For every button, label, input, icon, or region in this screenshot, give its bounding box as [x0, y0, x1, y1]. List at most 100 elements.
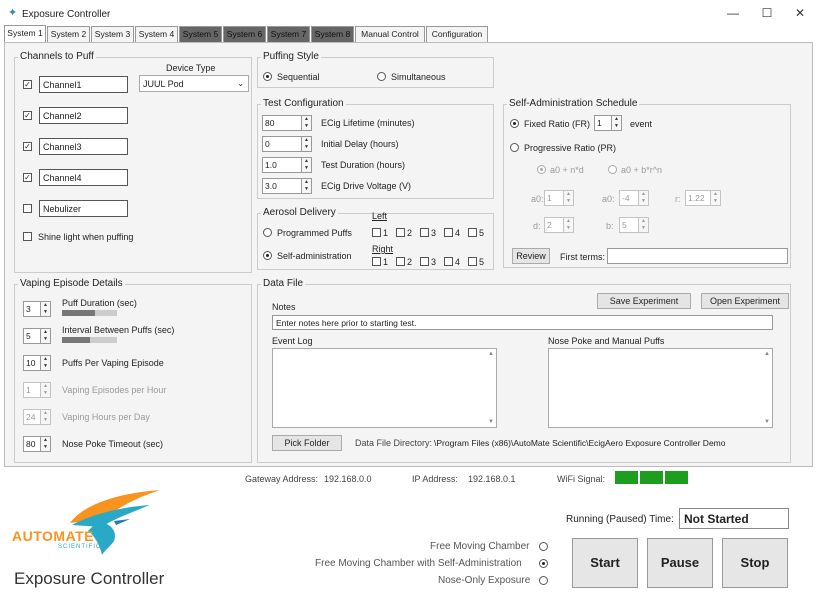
- left-port-4-checkbox[interactable]: [444, 228, 453, 237]
- chamber-option-1-label: Free Moving Chamber: [430, 541, 530, 552]
- minimize-button[interactable]: —: [723, 6, 743, 22]
- review-button[interactable]: Review: [512, 248, 550, 264]
- formula-geometric-radio[interactable]: [608, 165, 617, 174]
- spinner-arrows-icon[interactable]: ▲ ▼: [302, 136, 312, 152]
- event-log-scrollbar[interactable]: ▲ ▼: [486, 349, 496, 427]
- puff-interval-value[interactable]: 5: [23, 328, 41, 344]
- progressive-ratio-radio[interactable]: [510, 143, 519, 152]
- channel2-name[interactable]: Channel2: [39, 107, 128, 124]
- test-duration-value[interactable]: 1.0: [262, 157, 302, 173]
- open-experiment-button[interactable]: Open Experiment: [701, 293, 789, 309]
- puff-duration-value[interactable]: 3: [23, 301, 41, 317]
- spinner-arrows-icon[interactable]: ▲ ▼: [41, 328, 51, 344]
- puff-duration-slider[interactable]: [62, 310, 117, 316]
- right-port-2-label: 2: [407, 257, 413, 267]
- tab-system-7[interactable]: System 7: [267, 26, 310, 42]
- chamber-option-1-radio[interactable]: [539, 542, 548, 551]
- left-port-2-checkbox[interactable]: [396, 228, 405, 237]
- tab-system-6[interactable]: System 6: [223, 26, 266, 42]
- tab-system-5[interactable]: System 5: [179, 26, 222, 42]
- spinner-arrows-icon[interactable]: ▲ ▼: [612, 115, 622, 131]
- formula-linear-radio[interactable]: [537, 165, 546, 174]
- tab-system-3[interactable]: System 3: [91, 26, 134, 42]
- sequential-radio[interactable]: [263, 72, 272, 81]
- right-port-2-checkbox[interactable]: [396, 257, 405, 266]
- simultaneous-radio[interactable]: [377, 72, 386, 81]
- nose-poke-timeout-value[interactable]: 80: [23, 436, 41, 452]
- spinner-arrows-icon[interactable]: ▲ ▼: [639, 190, 649, 206]
- r-value[interactable]: 1.22: [685, 190, 711, 206]
- spinner-arrows-icon[interactable]: ▲ ▼: [564, 190, 574, 206]
- chamber-option-3-radio[interactable]: [539, 576, 548, 585]
- tab-system-8[interactable]: System 8: [311, 26, 354, 42]
- fixed-ratio-radio[interactable]: [510, 119, 519, 128]
- tab-system-4[interactable]: System 4: [135, 26, 178, 42]
- close-button[interactable]: ✕: [790, 6, 810, 22]
- channel1-checkbox[interactable]: ✓: [23, 80, 32, 89]
- a0-value[interactable]: 1: [544, 190, 564, 206]
- spinner-arrows-icon[interactable]: ▲ ▼: [41, 355, 51, 371]
- right-port-4-checkbox[interactable]: [444, 257, 453, 266]
- spinner-arrows-icon[interactable]: ▲ ▼: [302, 115, 312, 131]
- shine-light-checkbox[interactable]: [23, 232, 32, 241]
- save-experiment-button[interactable]: Save Experiment: [597, 293, 691, 309]
- nebulizer-name[interactable]: Nebulizer: [39, 200, 128, 217]
- d-value[interactable]: 2: [544, 217, 564, 233]
- stop-button[interactable]: Stop: [722, 538, 788, 588]
- channel2-checkbox[interactable]: ✓: [23, 111, 32, 120]
- spinner-arrows-icon[interactable]: ▲ ▼: [41, 382, 51, 398]
- episodes-per-hour-value[interactable]: 1: [23, 382, 41, 398]
- scroll-down-icon[interactable]: ▼: [762, 417, 772, 427]
- spinner-arrows-icon[interactable]: ▲ ▼: [639, 217, 649, 233]
- channel1-name[interactable]: Channel1: [39, 76, 128, 93]
- scroll-up-icon[interactable]: ▲: [762, 349, 772, 359]
- spinner-arrows-icon[interactable]: ▲ ▼: [41, 409, 51, 425]
- puff-interval-slider[interactable]: [62, 337, 117, 343]
- logo-subword: SCIENTIFIC: [58, 544, 102, 550]
- tab-manual-control[interactable]: Manual Control: [355, 26, 425, 42]
- left-port-1-checkbox[interactable]: [372, 228, 381, 237]
- device-type-select[interactable]: JUUL Pod ⌄: [139, 75, 249, 92]
- a0-geometric-value[interactable]: -4: [619, 190, 639, 206]
- hours-per-day-value[interactable]: 24: [23, 409, 41, 425]
- nose-poke-area[interactable]: ▲ ▼: [548, 348, 773, 428]
- b-value[interactable]: 5: [619, 217, 639, 233]
- right-port-3-checkbox[interactable]: [420, 257, 429, 266]
- channel4-name[interactable]: Channel4: [39, 169, 128, 186]
- right-port-5-checkbox[interactable]: [468, 257, 477, 266]
- maximize-button[interactable]: ☐: [757, 6, 777, 22]
- spinner-arrows-icon[interactable]: ▲ ▼: [41, 436, 51, 452]
- scroll-up-icon[interactable]: ▲: [486, 349, 496, 359]
- tab-configuration[interactable]: Configuration: [426, 26, 488, 42]
- right-port-1-checkbox[interactable]: [372, 257, 381, 266]
- programmed-puffs-radio[interactable]: [263, 228, 272, 237]
- self-administration-radio[interactable]: [263, 251, 272, 260]
- event-log-area[interactable]: ▲ ▼: [272, 348, 497, 428]
- ecig-lifetime-value[interactable]: 80: [262, 115, 302, 131]
- left-port-5-checkbox[interactable]: [468, 228, 477, 237]
- tab-system-2[interactable]: System 2: [47, 26, 90, 42]
- spinner-arrows-icon[interactable]: ▲ ▼: [564, 217, 574, 233]
- tab-system-1[interactable]: System 1: [4, 25, 46, 42]
- spinner-arrows-icon[interactable]: ▲ ▼: [302, 178, 312, 194]
- puffs-per-episode-value[interactable]: 10: [23, 355, 41, 371]
- pick-folder-button[interactable]: Pick Folder: [272, 435, 342, 451]
- chamber-option-2-radio[interactable]: [539, 559, 548, 568]
- notes-input[interactable]: Enter notes here prior to starting test.: [272, 315, 773, 330]
- initial-delay-value[interactable]: 0: [262, 136, 302, 152]
- spinner-arrows-icon[interactable]: ▲ ▼: [41, 301, 51, 317]
- nose-poke-scrollbar[interactable]: ▲ ▼: [762, 349, 772, 427]
- scroll-down-icon[interactable]: ▼: [486, 417, 496, 427]
- spinner-arrows-icon[interactable]: ▲ ▼: [302, 157, 312, 173]
- channel3-name[interactable]: Channel3: [39, 138, 128, 155]
- drive-voltage-value[interactable]: 3.0: [262, 178, 302, 194]
- channel3-checkbox[interactable]: ✓: [23, 142, 32, 151]
- start-button[interactable]: Start: [572, 538, 638, 588]
- channel4-checkbox[interactable]: ✓: [23, 173, 32, 182]
- spinner-arrows-icon[interactable]: ▲ ▼: [711, 190, 721, 206]
- pause-button[interactable]: Pause: [647, 538, 713, 588]
- first-terms-field[interactable]: [607, 248, 788, 264]
- left-port-3-checkbox[interactable]: [420, 228, 429, 237]
- nebulizer-checkbox[interactable]: [23, 204, 32, 213]
- fixed-ratio-value[interactable]: 1: [594, 115, 612, 131]
